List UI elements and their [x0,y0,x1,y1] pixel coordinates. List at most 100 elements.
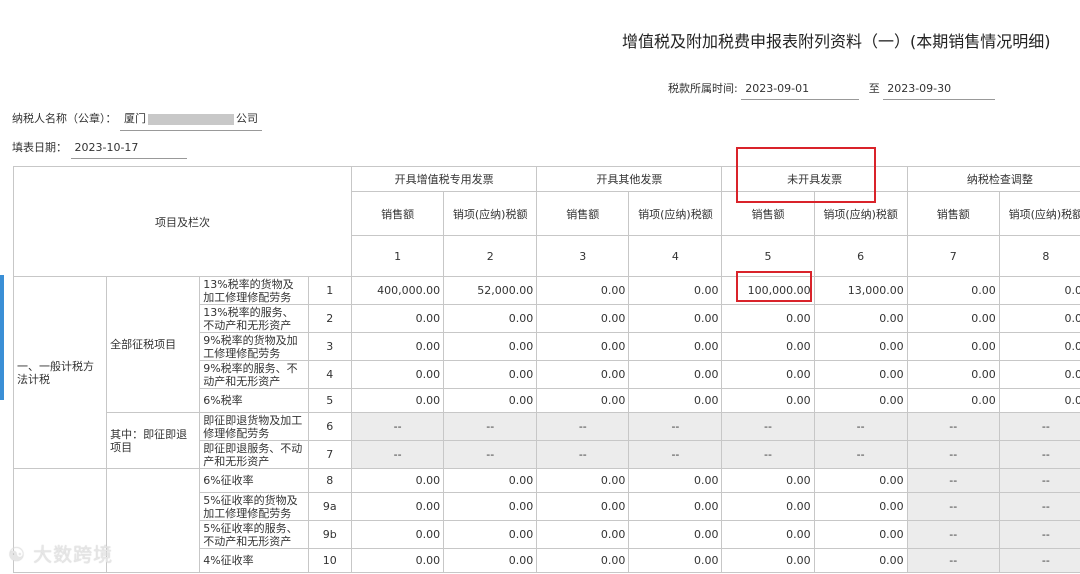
value-cell[interactable]: 0.00 [628,332,723,361]
value-cell[interactable]: 13,000.00 [813,276,908,305]
value-cell[interactable]: 0.00 [813,304,908,333]
period-end-field[interactable]: 2023-09-30 [883,82,996,100]
value-cell: -- [998,492,1080,521]
value-cell[interactable]: 400,000.00 [351,276,445,305]
taxpayer-name-field[interactable]: 厦门 公司 [120,110,262,131]
highlight-box-uninvoiced [736,147,876,203]
column-number: 4 [628,235,723,277]
tax-period: 税款所属时间: 2023-09-01 至 2023-09-30 [668,80,996,100]
value-cell: -- [906,492,1000,521]
value-cell: -- [721,440,815,469]
value-cell[interactable]: 0.00 [998,388,1080,413]
value-cell[interactable]: 0.00 [536,360,630,389]
value-cell[interactable]: 0.00 [721,304,815,333]
value-cell[interactable]: 0.00 [628,304,723,333]
value-cell[interactable]: 0.00 [998,332,1080,361]
value-cell[interactable]: 0.00 [536,492,630,521]
value-cell[interactable]: 0.00 [813,388,908,413]
value-cell: -- [998,412,1080,441]
row-label: 6%征收率 [199,468,309,493]
value-cell[interactable]: 0.00 [721,520,815,549]
value-cell: -- [813,412,908,441]
value-cell: -- [813,440,908,469]
column-number: 1 [351,235,445,277]
value-cell[interactable]: 0.00 [351,520,445,549]
value-cell[interactable]: 0.00 [813,520,908,549]
value-cell[interactable]: 0.00 [443,520,538,549]
value-cell[interactable]: 0.00 [443,332,538,361]
value-cell[interactable]: 0.00 [351,548,445,573]
group-header: 开具其他发票 [536,166,723,192]
value-cell[interactable]: 0.00 [998,304,1080,333]
value-cell[interactable]: 0.00 [906,360,1000,389]
row-label: 9%税率的服务、不动产和无形资产 [199,360,309,389]
value-cell[interactable]: 0.00 [443,388,538,413]
value-cell: -- [536,412,630,441]
value-cell[interactable]: 0.00 [536,276,630,305]
value-cell[interactable]: 0.00 [443,360,538,389]
value-cell[interactable]: 0.00 [998,276,1080,305]
value-cell[interactable]: 0.00 [536,388,630,413]
value-cell[interactable]: 0.00 [351,332,445,361]
value-cell[interactable]: 0.00 [906,276,1000,305]
value-cell[interactable]: 0.00 [721,360,815,389]
value-cell[interactable]: 0.00 [813,468,908,493]
value-cell[interactable]: 0.00 [351,360,445,389]
value-cell[interactable]: 0.00 [721,388,815,413]
taxpayer-prefix: 厦门 [124,112,146,125]
value-cell[interactable]: 0.00 [536,304,630,333]
value-cell[interactable]: 0.00 [351,388,445,413]
row-number: 9b [307,520,353,549]
value-cell[interactable]: 0.00 [628,360,723,389]
value-cell[interactable]: 0.00 [628,388,723,413]
value-cell[interactable]: 0.00 [721,332,815,361]
watermark-logo-icon: ☯ [8,544,27,566]
subgroup-simple-label [106,468,201,573]
value-cell[interactable]: 0.00 [443,492,538,521]
value-cell[interactable]: 0.00 [906,388,1000,413]
value-cell[interactable]: 0.00 [721,492,815,521]
value-cell[interactable]: 0.00 [628,492,723,521]
sales-header: 销售额 [906,191,1000,236]
value-cell[interactable]: 0.00 [351,304,445,333]
value-cell[interactable]: 0.00 [813,360,908,389]
column-number: 8 [998,235,1080,277]
value-cell[interactable]: 0.00 [906,304,1000,333]
value-cell[interactable]: 52,000.00 [443,276,538,305]
value-cell[interactable]: 0.00 [536,332,630,361]
value-cell: -- [906,440,1000,469]
row-number: 10 [307,548,353,573]
value-cell[interactable]: 0.00 [628,468,723,493]
row-label: 13%税率的货物及加工修理修配劳务 [199,276,309,305]
value-cell[interactable]: 0.00 [351,492,445,521]
sales-header: 销售额 [351,191,445,236]
value-cell[interactable]: 0.00 [536,468,630,493]
period-start-field[interactable]: 2023-09-01 [741,82,860,100]
value-cell[interactable]: 0.00 [443,548,538,573]
value-cell[interactable]: 0.00 [443,468,538,493]
value-cell[interactable]: 0.00 [813,332,908,361]
value-cell[interactable]: 0.00 [906,332,1000,361]
value-cell[interactable]: 0.00 [721,468,815,493]
taxpayer-name: 纳税人名称（公章）： 厦门 公司 [12,110,262,131]
redaction-mask [148,113,234,125]
table-row: 其中：即征即退项目 即征即退货物及加工修理修配劳务 6 -- -- -- -- … [14,412,1080,469]
value-cell: -- [906,520,1000,549]
fill-date-field[interactable]: 2023-10-17 [70,141,187,159]
row-label: 即征即退服务、不动产和无形资产 [199,440,309,469]
value-cell[interactable]: 0.00 [536,548,630,573]
tax-header: 销项(应纳)税额 [628,191,723,236]
page-title: 增值税及附加税费申报表附列资料（一）(本期销售情况明细) [622,32,1051,51]
value-cell[interactable]: 0.00 [536,520,630,549]
value-cell: -- [998,548,1080,573]
value-cell[interactable]: 0.00 [998,360,1080,389]
value-cell[interactable]: 0.00 [628,276,723,305]
value-cell[interactable]: 0.00 [721,548,815,573]
value-cell[interactable]: 0.00 [628,520,723,549]
group-header: 开具增值税专用发票 [351,166,538,192]
value-cell[interactable]: 0.00 [628,548,723,573]
value-cell[interactable]: 0.00 [443,304,538,333]
value-cell[interactable]: 0.00 [813,492,908,521]
value-cell[interactable]: 0.00 [351,468,445,493]
value-cell[interactable]: 0.00 [813,548,908,573]
